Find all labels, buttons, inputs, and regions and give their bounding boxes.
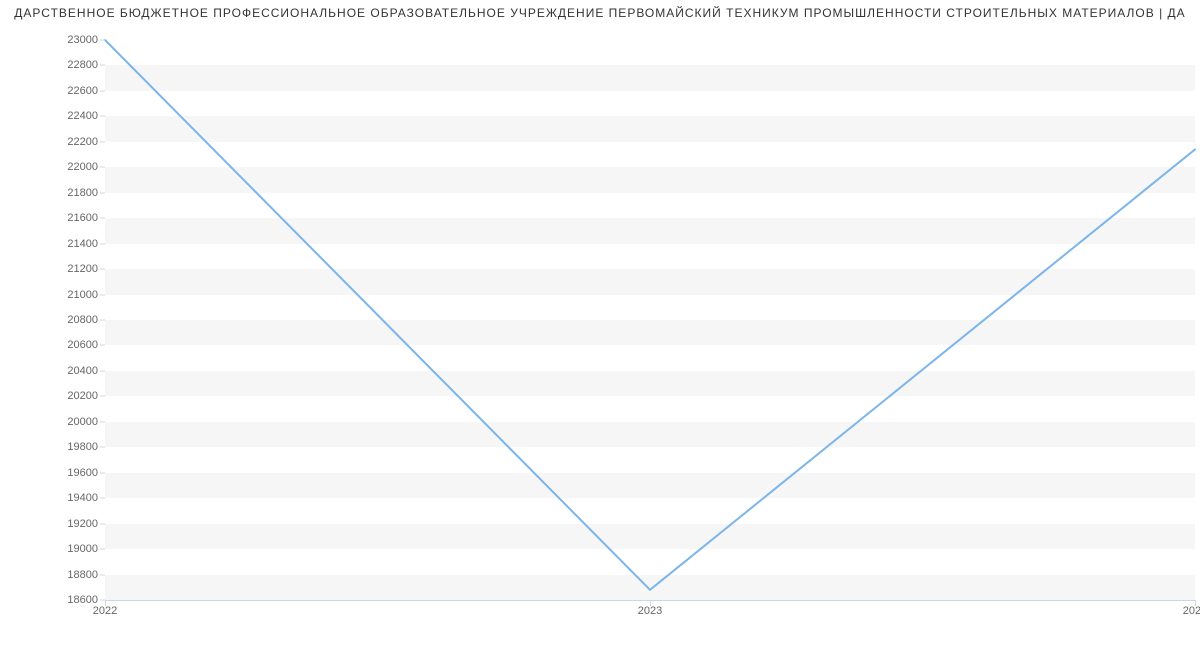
y-tick-mark: [100, 345, 105, 346]
y-tick-mark: [100, 90, 105, 91]
y-tick-label: 20000: [8, 416, 98, 428]
y-tick-label: 21000: [8, 289, 98, 301]
y-tick-mark: [100, 574, 105, 575]
y-tick-mark: [100, 167, 105, 168]
y-tick-label: 22400: [8, 110, 98, 122]
y-tick-mark: [100, 141, 105, 142]
y-tick-label: 21200: [8, 263, 98, 275]
y-tick-label: 19200: [8, 518, 98, 530]
x-tick-label: 2022: [93, 605, 117, 617]
y-tick-mark: [100, 523, 105, 524]
y-tick-mark: [100, 421, 105, 422]
y-tick-mark: [100, 370, 105, 371]
y-tick-label: 22600: [8, 85, 98, 97]
y-tick-mark: [100, 498, 105, 499]
y-tick-mark: [100, 192, 105, 193]
x-tick-label: 2024: [1183, 605, 1200, 617]
y-tick-mark: [100, 218, 105, 219]
y-tick-label: 20200: [8, 390, 98, 402]
y-tick-mark: [100, 396, 105, 397]
y-tick-mark: [100, 472, 105, 473]
y-tick-label: 21800: [8, 187, 98, 199]
line-series: [105, 40, 1195, 600]
x-tick-mark: [105, 600, 106, 606]
y-tick-label: 20400: [8, 365, 98, 377]
y-tick-label: 19400: [8, 492, 98, 504]
y-tick-mark: [100, 294, 105, 295]
y-tick-label: 18800: [8, 569, 98, 581]
y-tick-label: 23000: [8, 34, 98, 46]
x-tick-mark: [650, 600, 651, 606]
y-tick-label: 22200: [8, 136, 98, 148]
y-tick-label: 21400: [8, 238, 98, 250]
y-tick-label: 19800: [8, 441, 98, 453]
y-tick-mark: [100, 116, 105, 117]
y-tick-mark: [100, 320, 105, 321]
x-tick-label: 2023: [638, 605, 662, 617]
y-tick-mark: [100, 40, 105, 41]
x-tick-mark: [1195, 600, 1196, 606]
plot-area: [105, 40, 1195, 600]
y-tick-label: 20600: [8, 339, 98, 351]
y-tick-label: 18600: [8, 594, 98, 606]
y-tick-label: 19600: [8, 467, 98, 479]
y-tick-label: 22000: [8, 161, 98, 173]
y-tick-mark: [100, 243, 105, 244]
y-tick-mark: [100, 447, 105, 448]
y-tick-mark: [100, 549, 105, 550]
y-tick-mark: [100, 269, 105, 270]
y-tick-label: 19000: [8, 543, 98, 555]
y-tick-label: 22800: [8, 59, 98, 71]
y-tick-mark: [100, 65, 105, 66]
y-tick-label: 21600: [8, 212, 98, 224]
chart-title: ДАРСТВЕННОЕ БЮДЖЕТНОЕ ПРОФЕССИОНАЛЬНОЕ О…: [0, 6, 1200, 20]
y-tick-label: 20800: [8, 314, 98, 326]
